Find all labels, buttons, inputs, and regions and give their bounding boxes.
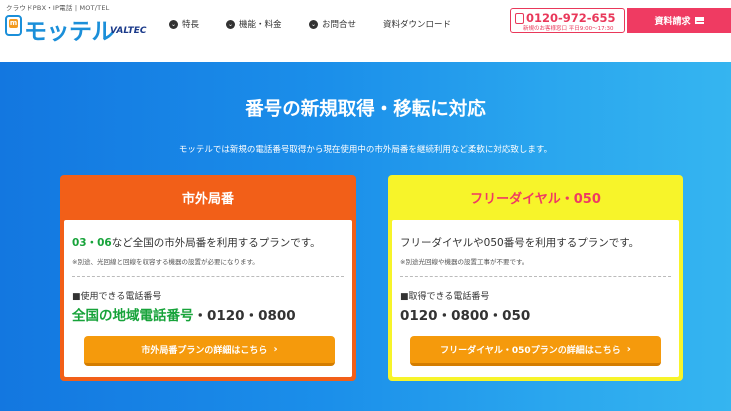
hero-title: 番号の新規取得・移転に対応 bbox=[245, 99, 486, 120]
card-numbers-label: ■取得できる電話番号 bbox=[400, 292, 490, 302]
chevron-right-icon: › bbox=[626, 344, 631, 355]
request-documents-button[interactable]: 資料請求 bbox=[627, 8, 731, 33]
chevron-circle-down-icon: ⌄ bbox=[226, 19, 235, 29]
logo-text[interactable]: モッテル bbox=[24, 12, 115, 46]
plan-card-area-code: 市外局番 03・06など全国の市外局番を利用するプランです。 ※別途、光回線と回… bbox=[60, 175, 356, 381]
nav-label: お問合せ bbox=[322, 20, 357, 30]
logo-company: VALTEC bbox=[110, 26, 147, 36]
card-note: ※別途光回線や機器の設置工事が不要です。 bbox=[400, 258, 529, 266]
plan-card-free-dial: フリーダイヤル・050 フリーダイヤルや050番号を利用するプランです。 ※別途… bbox=[388, 175, 683, 381]
card-numbers: 0120・0800・050 bbox=[400, 308, 531, 324]
card-title: 市外局番 bbox=[181, 192, 234, 207]
phone-number: 0120-972-655 bbox=[526, 11, 616, 25]
card-body: フリーダイヤルや050番号を利用するプランです。 ※別途光回線や機器の設置工事が… bbox=[392, 220, 679, 377]
chevron-circle-down-icon: ⌄ bbox=[309, 19, 318, 29]
divider bbox=[72, 276, 344, 277]
phone-contact-box[interactable]: 0120-972-655 新規のお客様窓口 平日9:00～17:30 bbox=[510, 8, 625, 33]
card-title: フリーダイヤル・050 bbox=[470, 192, 601, 207]
nav-contact[interactable]: ⌄ お問合せ bbox=[309, 17, 356, 31]
nav-label: 機能・料金 bbox=[239, 20, 282, 30]
phone-icon bbox=[515, 13, 524, 24]
logo-tagline: クラウドPBX・IP電話 | MOT/TEL bbox=[6, 4, 110, 12]
card-note: ※別途、光回線と回線を収容する機器の設置が必要になります。 bbox=[72, 258, 259, 266]
chevron-circle-down-icon: ⌄ bbox=[169, 19, 178, 29]
hero-subtitle: モッテルでは新規の電話番号取得から現在使用中の市外局番を継続利用など柔軟に対応致… bbox=[178, 145, 553, 155]
chevron-right-icon: › bbox=[273, 344, 278, 355]
nav-pricing[interactable]: ⌄ 機能・料金 bbox=[226, 17, 282, 31]
mail-icon bbox=[694, 17, 704, 24]
nav-label: 特長 bbox=[182, 20, 200, 30]
card-description: 03・06など全国の市外局番を利用するプランです。 bbox=[72, 237, 321, 249]
area-code-plan-details-button[interactable]: 市外局番プランの詳細はこちら › bbox=[84, 336, 335, 366]
card-numbers: 全国の地域電話番号・0120・0800 bbox=[72, 308, 296, 324]
nav-label: 資料ダウンロード bbox=[383, 20, 452, 30]
card-numbers-label: ■使用できる電話番号 bbox=[72, 292, 162, 302]
logo-phone-icon[interactable]: m bbox=[5, 15, 22, 36]
site-header: クラウドPBX・IP電話 | MOT/TEL m モッテル VALTEC ⌄ 特… bbox=[0, 0, 731, 62]
divider bbox=[400, 276, 671, 277]
free-dial-plan-details-button[interactable]: フリーダイヤル・050プランの詳細はこちら › bbox=[410, 336, 661, 366]
card-body: 03・06など全国の市外局番を利用するプランです。 ※別途、光回線と回線を収容す… bbox=[64, 220, 352, 377]
card-description: フリーダイヤルや050番号を利用するプランです。 bbox=[400, 237, 640, 249]
request-documents-label: 資料請求 bbox=[654, 17, 691, 27]
phone-hours: 新規のお客様窓口 平日9:00～17:30 bbox=[523, 26, 614, 32]
nav-download[interactable]: 資料ダウンロード bbox=[383, 17, 451, 31]
nav-features[interactable]: ⌄ 特長 bbox=[169, 17, 199, 31]
